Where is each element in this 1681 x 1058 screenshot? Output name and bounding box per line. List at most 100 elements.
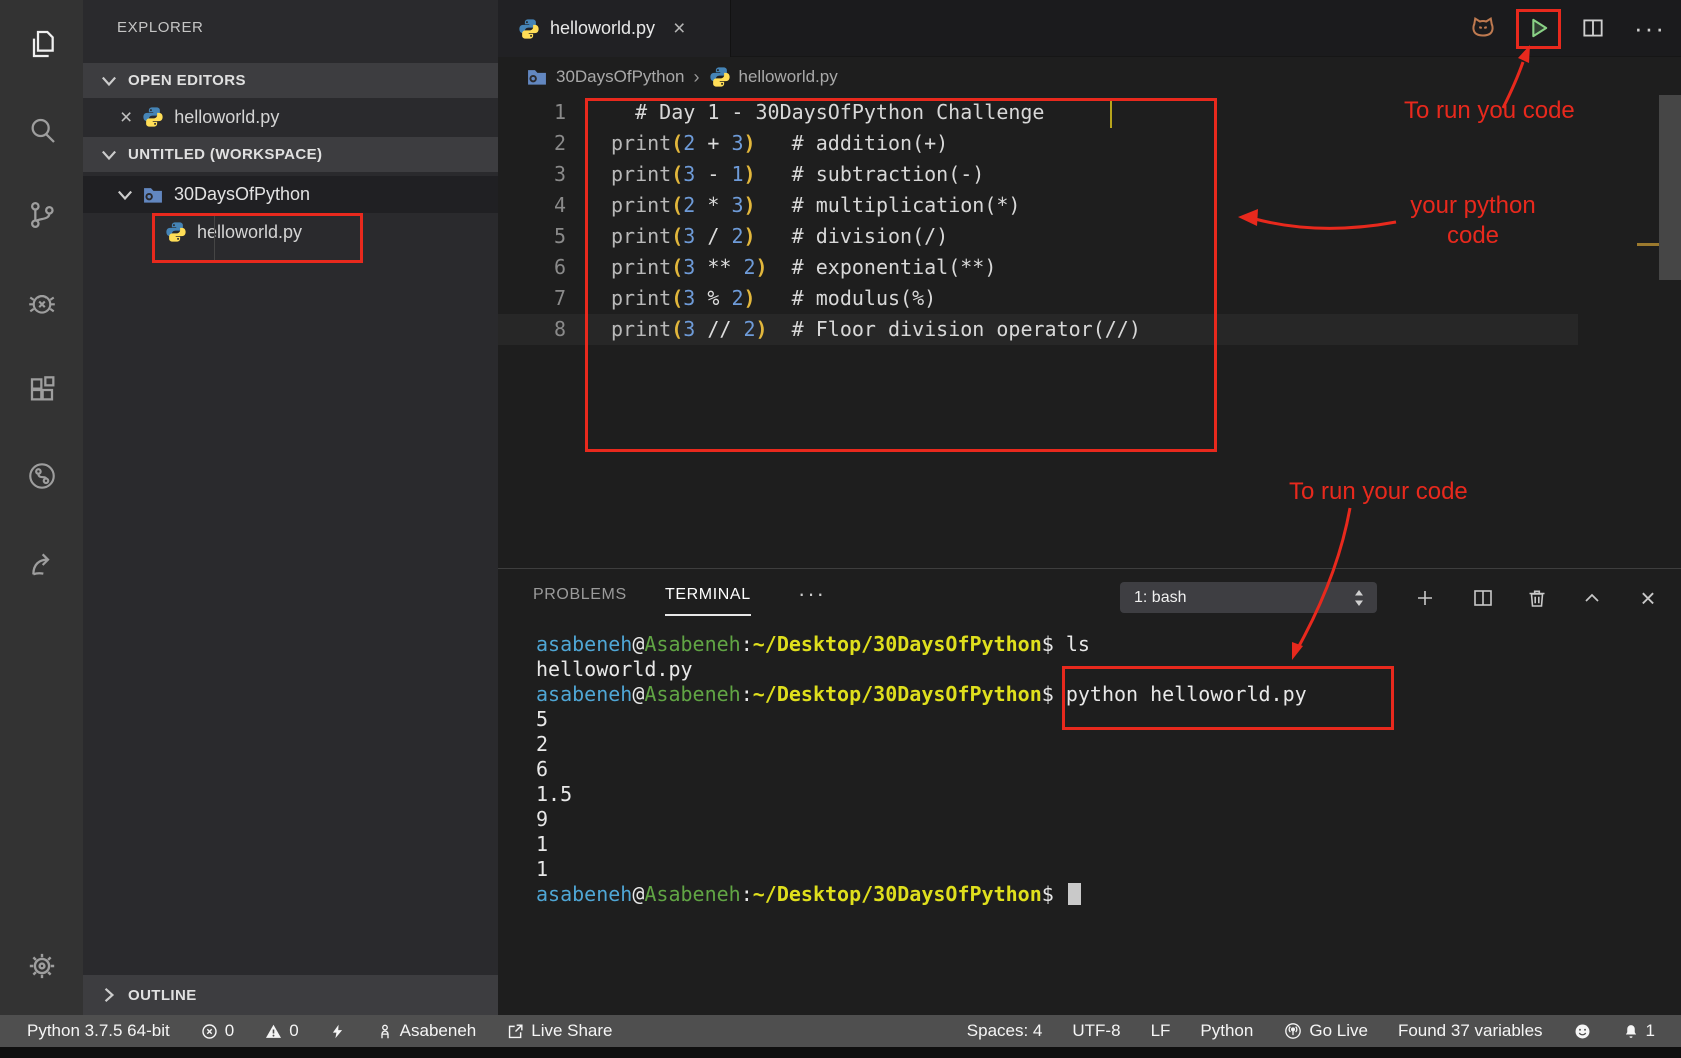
language-mode[interactable]: Python [1200, 1021, 1253, 1041]
warnings[interactable]: 0 [264, 1021, 298, 1041]
tab-terminal[interactable]: TERMINAL [665, 586, 751, 616]
variables-found[interactable]: Found 37 variables [1398, 1021, 1543, 1041]
terminal-line: 1 [536, 857, 1307, 882]
line-number: 7 [498, 283, 566, 314]
terminal-shell-select[interactable]: 1: bash [1120, 582, 1377, 613]
file-item-helloworld[interactable]: helloworld.py [83, 213, 498, 251]
add-terminal-icon[interactable] [1408, 583, 1442, 613]
code-line[interactable]: 2print(2 + 3) # addition(+) [498, 128, 1681, 159]
shell-selected-label: 1: bash [1134, 589, 1186, 607]
code-text: print(3 ** 2) # exponential(**) [566, 255, 996, 279]
code-text: print(3 // 2) # Floor division operator(… [566, 317, 1141, 341]
panel-more-icon[interactable]: ··· [798, 581, 826, 607]
live-share[interactable]: Live Share [506, 1021, 612, 1041]
chevron-down-icon [98, 70, 120, 92]
folder-icon [142, 184, 164, 206]
code-text: print(3 % 2) # modulus(%) [566, 286, 936, 310]
file-label: helloworld.py [197, 222, 302, 243]
updown-arrows-icon [1351, 587, 1367, 609]
editor-group: helloworld.py × ··· 30DaysOfPython › hel… [498, 0, 1681, 568]
open-editor-item[interactable]: × helloworld.py [83, 98, 498, 136]
terminal-line: helloworld.py [536, 657, 1307, 682]
tab-problems[interactable]: PROBLEMS [533, 586, 627, 604]
chevron-down-icon [98, 144, 120, 166]
account[interactable]: Asabeneh [376, 1021, 477, 1041]
open-editor-file-label: helloworld.py [174, 107, 279, 128]
person-icon [376, 1022, 394, 1041]
close-tab-icon[interactable]: × [673, 17, 685, 41]
notifications[interactable]: 1 [1622, 1021, 1655, 1041]
workspace-header[interactable]: UNTITLED (WORKSPACE) [83, 137, 498, 172]
code-line[interactable]: 7print(3 % 2) # modulus(%) [498, 283, 1681, 314]
close-icon[interactable]: × [120, 107, 132, 128]
code-line[interactable]: 6print(3 ** 2) # exponential(**) [498, 252, 1681, 283]
chevron-down-icon [114, 184, 136, 206]
explorer-sidebar: EXPLORER OPEN EDITORS × helloworld.py UN… [83, 0, 498, 1015]
code-text: print(2 * 3) # multiplication(*) [566, 193, 1020, 217]
breadcrumb-separator-icon: › [694, 67, 700, 88]
code-text: # Day 1 - 30DaysOfPython Challenge [566, 100, 1044, 124]
line-number: 4 [498, 190, 566, 221]
panel: PROBLEMS TERMINAL ··· 1: bash × asabeneh… [498, 568, 1681, 1015]
code-line[interactable]: 3print(3 - 1) # subtraction(-) [498, 159, 1681, 190]
source-control-icon[interactable] [0, 186, 83, 244]
split-editor-icon[interactable] [1573, 8, 1613, 48]
smiley-icon [1573, 1022, 1592, 1041]
terminal-line: 2 [536, 732, 1307, 757]
indent-guide [214, 213, 215, 260]
more-actions-icon[interactable]: ··· [1630, 8, 1670, 48]
scrollbar-thumb[interactable] [1659, 95, 1681, 280]
breadcrumb-folder[interactable]: 30DaysOfPython [556, 67, 685, 87]
split-terminal-icon[interactable] [1466, 583, 1500, 613]
terminal-output[interactable]: asabeneh@Asabeneh:~/Desktop/30DaysOfPyth… [536, 632, 1307, 907]
tab-bar: helloworld.py × ··· [498, 0, 1681, 57]
line-number: 5 [498, 221, 566, 252]
tab-helloworld[interactable]: helloworld.py × [498, 0, 731, 57]
terminal-line: 5 [536, 707, 1307, 732]
close-panel-icon[interactable]: × [1631, 583, 1665, 613]
terminal-line: 6 [536, 757, 1307, 782]
cat-icon[interactable] [1463, 8, 1503, 48]
go-live[interactable]: Go Live [1283, 1021, 1368, 1041]
breadcrumb-file[interactable]: helloworld.py [739, 67, 838, 87]
terminal-line: 1 [536, 832, 1307, 857]
encoding[interactable]: UTF-8 [1072, 1021, 1120, 1041]
settings-gear-icon[interactable] [0, 937, 83, 995]
debug-icon[interactable] [0, 274, 83, 332]
window-bottom-edge [0, 1047, 1681, 1058]
python-version[interactable]: Python 3.7.5 64-bit [27, 1021, 170, 1041]
eol[interactable]: LF [1151, 1021, 1171, 1041]
folder-item-30daysofpython[interactable]: 30DaysOfPython [83, 176, 498, 213]
circle-branch-icon[interactable] [0, 447, 83, 505]
feedback-bolt[interactable] [329, 1022, 346, 1041]
errors[interactable]: 0 [200, 1021, 234, 1041]
editor-cursor [1110, 100, 1112, 128]
code-line[interactable]: 1 # Day 1 - 30DaysOfPython Challenge [498, 97, 1681, 128]
open-editors-header[interactable]: OPEN EDITORS [83, 63, 498, 98]
outline-header[interactable]: OUTLINE [83, 975, 498, 1015]
terminal-cursor [1068, 883, 1081, 905]
terminal-line: asabeneh@Asabeneh:~/Desktop/30DaysOfPyth… [536, 632, 1307, 657]
line-number: 8 [498, 314, 566, 345]
files-icon[interactable] [0, 15, 83, 73]
sidebar-title: EXPLORER [117, 19, 204, 36]
code-area[interactable]: 1 # Day 1 - 30DaysOfPython Challenge2pri… [498, 97, 1681, 345]
search-icon[interactable] [0, 101, 83, 159]
feedback-smiley[interactable] [1573, 1022, 1592, 1041]
error-icon [200, 1022, 219, 1041]
tab-label: helloworld.py [550, 18, 655, 39]
extensions-icon[interactable] [0, 361, 83, 419]
code-line[interactable]: 4print(2 * 3) # multiplication(*) [498, 190, 1681, 221]
maximize-panel-icon[interactable] [1575, 583, 1609, 613]
folder-label: 30DaysOfPython [174, 184, 310, 205]
line-number: 6 [498, 252, 566, 283]
code-text: print(3 - 1) # subtraction(-) [566, 162, 984, 186]
run-button[interactable] [1518, 8, 1558, 48]
share-arrow-icon[interactable] [0, 534, 83, 592]
code-line[interactable]: 5print(3 / 2) # division(/) [498, 221, 1681, 252]
breadcrumb: 30DaysOfPython › helloworld.py [498, 57, 1681, 97]
indentation[interactable]: Spaces: 4 [967, 1021, 1043, 1041]
code-line[interactable]: 8print(3 // 2) # Floor division operator… [498, 314, 1578, 345]
kill-terminal-icon[interactable] [1520, 583, 1554, 613]
broadcast-icon [1283, 1021, 1303, 1041]
